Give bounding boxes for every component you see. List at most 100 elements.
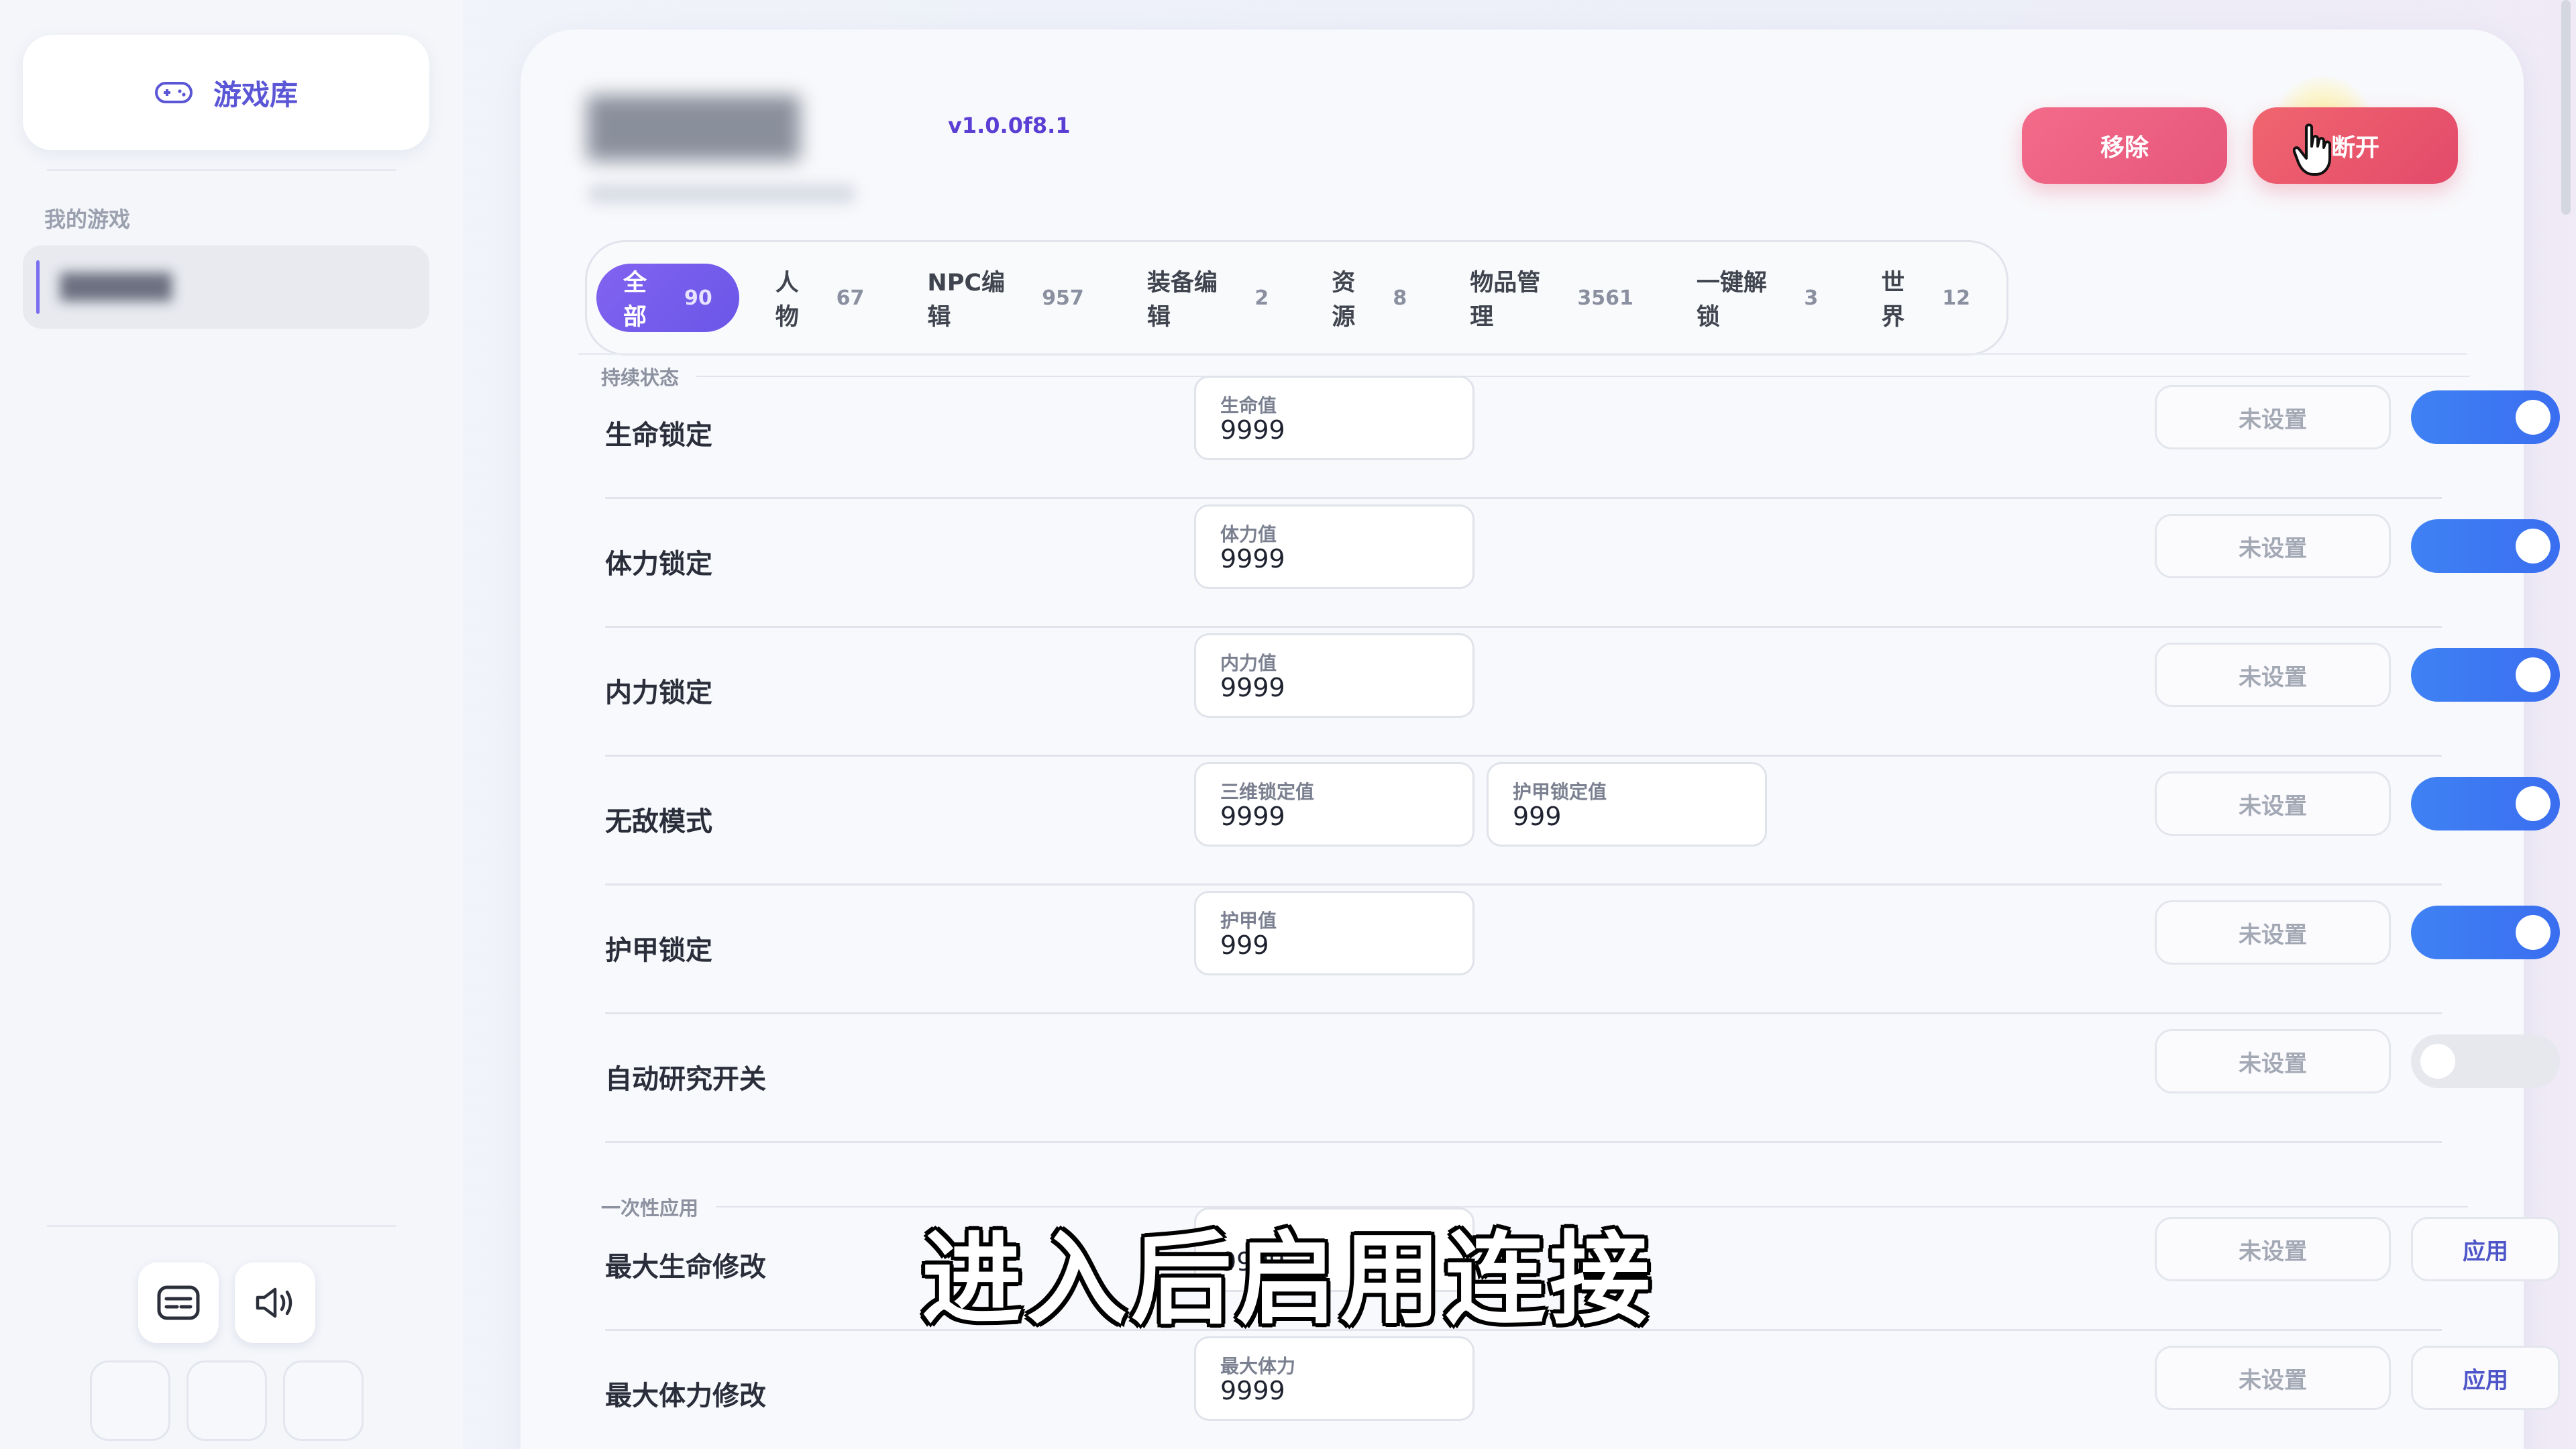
- game-subtitle-blurred: [588, 184, 856, 204]
- tab-label: 世界: [1881, 270, 1905, 331]
- apply-button[interactable]: 应用: [2411, 1346, 2560, 1410]
- setting-row: 内力锁定 内力值 9999 未设置: [605, 628, 2560, 757]
- value-input[interactable]: 内力值 9999: [1194, 633, 1474, 718]
- enable-toggle[interactable]: [2411, 519, 2560, 573]
- tab-2[interactable]: NPC编辑 957: [900, 264, 1110, 332]
- value-input[interactable]: 最大体力 9999: [1194, 1336, 1474, 1421]
- value-input-label: 最大体力: [1220, 1355, 1296, 1377]
- tab-count: 67: [836, 286, 865, 310]
- tab-count: 12: [1942, 286, 1970, 310]
- value-input[interactable]: 护甲锁定值 999: [1487, 762, 1767, 847]
- disconnect-button[interactable]: 断开: [2253, 107, 2458, 184]
- value-input-label: 体力值: [1220, 523, 1277, 545]
- toggle-knob: [2516, 400, 2551, 435]
- setting-label: 无敌模式: [605, 806, 712, 837]
- tab-count: 90: [684, 286, 712, 310]
- sidebar-divider: [47, 169, 396, 171]
- value-input-value: 9999: [1220, 1376, 1285, 1405]
- value-input-value: 999: [1513, 802, 1562, 831]
- value-input-value: 9999: [1220, 802, 1285, 831]
- enable-toggle[interactable]: [2411, 390, 2560, 444]
- version-label: v1.0.0f8.1: [948, 113, 1071, 138]
- setting-row: 自动研究开关 未设置: [605, 1014, 2560, 1143]
- hotkey-unset-button[interactable]: 未设置: [2155, 771, 2391, 836]
- tab-3[interactable]: 装备编辑 2: [1120, 264, 1295, 332]
- hotkey-unset-button[interactable]: 未设置: [2155, 643, 2391, 707]
- enable-toggle[interactable]: [2411, 648, 2560, 702]
- scrollbar[interactable]: [2561, 0, 2571, 215]
- value-input[interactable]: 生命值 9999: [1194, 376, 1474, 460]
- value-input-value: 9999: [1220, 544, 1285, 574]
- hotkey-unset-button[interactable]: 未设置: [2155, 1029, 2391, 1093]
- tab-count: 3561: [1577, 286, 1633, 310]
- value-input-value: 9999: [1220, 415, 1285, 445]
- remove-button[interactable]: 移除: [2022, 107, 2227, 184]
- toggle-knob: [2516, 915, 2551, 950]
- placeholder-button-2[interactable]: [186, 1360, 267, 1441]
- tab-label: 装备编辑: [1146, 270, 1218, 331]
- tab-1[interactable]: 人物 67: [749, 264, 892, 332]
- value-input-label: 护甲锁定值: [1513, 781, 1607, 803]
- toggle-knob: [2420, 1044, 2455, 1079]
- game-item-label: ██████: [60, 274, 172, 301]
- my-games-heading: 我的游戏: [44, 207, 131, 232]
- tab-7[interactable]: 世界 12: [1854, 264, 1997, 332]
- setting-row: 最大体力修改 最大体力 9999 未设置 应用: [605, 1331, 2560, 1449]
- game-title: █████: [588, 97, 800, 160]
- tab-count: 2: [1254, 286, 1269, 310]
- value-input[interactable]: 三维锁定值 9999: [1194, 762, 1474, 847]
- toggle-knob: [2516, 529, 2551, 564]
- hotkey-unset-button[interactable]: 未设置: [2155, 385, 2391, 449]
- setting-label: 最大体力修改: [605, 1381, 766, 1411]
- setting-label: 体力锁定: [605, 549, 712, 580]
- gamepad-icon: [154, 82, 193, 103]
- value-input-label: 生命值: [1220, 394, 1277, 417]
- value-input-label: 内力值: [1220, 652, 1277, 674]
- hotkey-unset-button[interactable]: 未设置: [2155, 900, 2391, 965]
- tab-label: 物品管理: [1470, 270, 1541, 331]
- placeholder-button-3[interactable]: [283, 1360, 364, 1441]
- enable-toggle[interactable]: [2411, 777, 2560, 830]
- tab-count: 957: [1042, 286, 1084, 310]
- active-indicator: [36, 260, 40, 314]
- value-input-value: 9999: [1220, 673, 1285, 702]
- tab-label: 资源: [1332, 270, 1356, 331]
- tab-5[interactable]: 物品管理 3561: [1443, 264, 1660, 332]
- setting-row: 护甲锁定 护甲值 999 未设置: [605, 885, 2560, 1014]
- tab-count: 3: [1804, 286, 1819, 310]
- setting-label: 内力锁定: [605, 678, 712, 708]
- tab-label: 全部: [623, 270, 647, 331]
- tab-count: 8: [1393, 286, 1407, 310]
- setting-label: 生命锁定: [605, 420, 712, 451]
- hotkey-unset-button[interactable]: 未设置: [2155, 514, 2391, 578]
- enable-toggle[interactable]: [2411, 1034, 2560, 1088]
- value-input[interactable]: 护甲值 999: [1194, 891, 1474, 975]
- setting-row: 体力锁定 体力值 9999 未设置: [605, 499, 2560, 628]
- tab-6[interactable]: 一键解锁 3: [1670, 264, 1845, 332]
- setting-label: 自动研究开关: [605, 1064, 766, 1095]
- value-input-label: 三维锁定值: [1220, 781, 1315, 803]
- value-input[interactable]: 体力值 9999: [1194, 504, 1474, 589]
- placeholder-button-1[interactable]: [90, 1360, 170, 1441]
- game-library-label: 游戏库: [213, 78, 298, 111]
- tab-label: 一键解锁: [1696, 270, 1767, 331]
- hotkey-unset-button[interactable]: 未设置: [2155, 1346, 2391, 1410]
- value-input-value: 999: [1220, 930, 1269, 960]
- enable-toggle[interactable]: [2411, 906, 2560, 959]
- toggle-knob: [2516, 657, 2551, 692]
- tab-4[interactable]: 资源 8: [1305, 264, 1434, 332]
- setting-row: 无敌模式 三维锁定值 9999 护甲锁定值 999 未设置: [605, 757, 2560, 885]
- value-input-label: 护甲值: [1220, 910, 1277, 932]
- tabs-divider: [578, 353, 2467, 355]
- sidebar-game-item[interactable]: ██████: [23, 246, 429, 329]
- game-library-button[interactable]: 游戏库: [23, 35, 429, 150]
- setting-row: 生命锁定 生命值 9999 未设置: [605, 370, 2560, 499]
- video-subtitle: 进入后启用连接: [921, 1222, 1654, 1338]
- tab-0[interactable]: 全部 90: [596, 264, 739, 332]
- hand-cursor-icon: [2293, 123, 2331, 176]
- toggle-knob: [2516, 786, 2551, 821]
- category-tabs: 全部 90 人物 67 NPC编辑 957 装备编辑 2 资源 8 物品管理 3561 一键解锁 3 世界 1…: [585, 240, 2008, 356]
- tab-label: NPC编辑: [927, 270, 1006, 331]
- tab-label: 人物: [775, 270, 799, 331]
- setting-label: 护甲锁定: [605, 935, 712, 966]
